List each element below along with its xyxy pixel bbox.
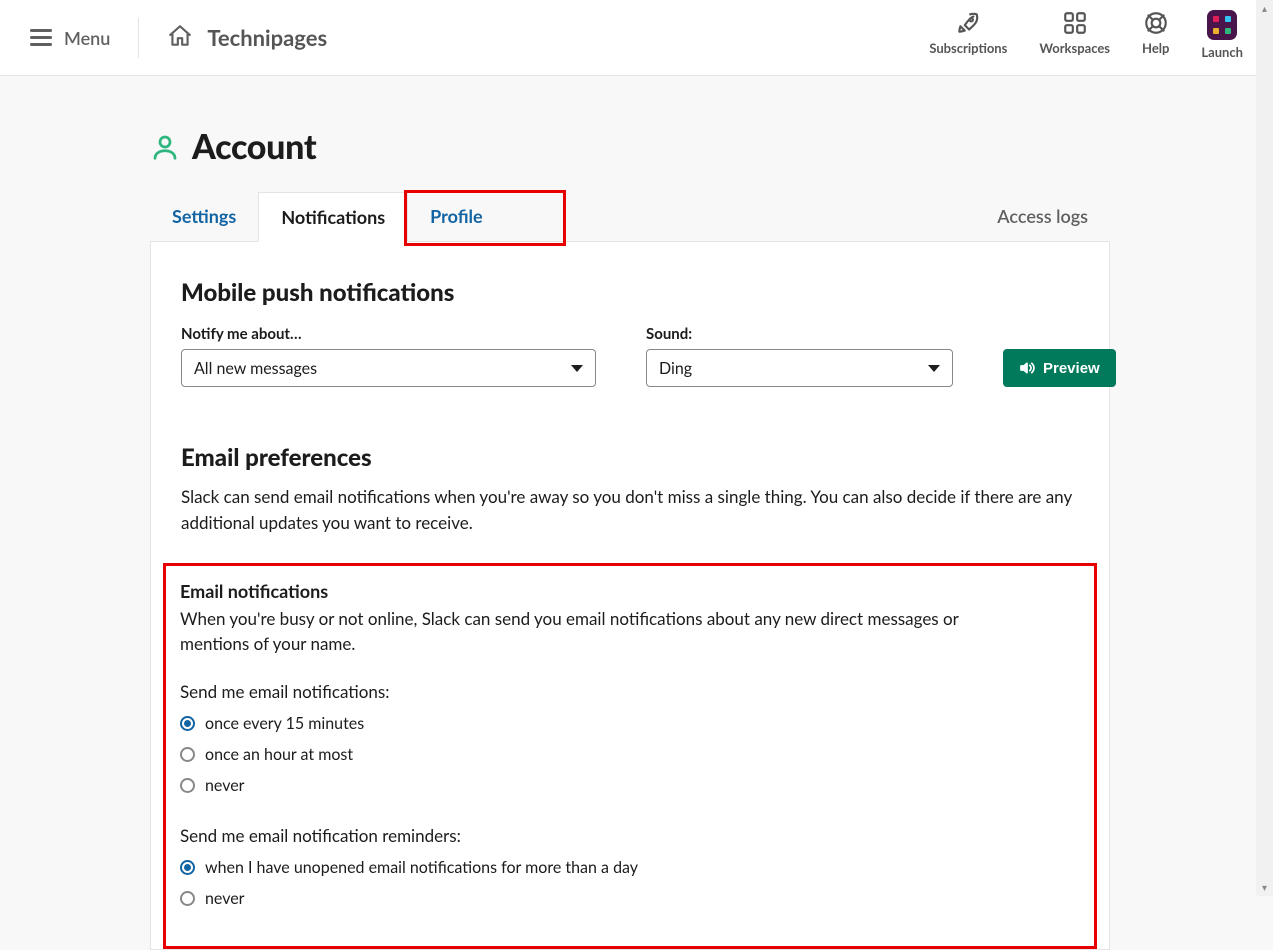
email-desc: Slack can send email notifications when … [181, 484, 1079, 537]
radio-once-hour[interactable]: once an hour at most [180, 745, 1080, 764]
radio-icon [180, 747, 195, 762]
radio-label: never [205, 776, 245, 795]
chevron-down-icon [928, 365, 940, 372]
radio-icon [180, 778, 195, 793]
sound-value: Ding [659, 359, 692, 378]
menu-button[interactable] [30, 29, 52, 46]
launch-link[interactable]: Launch [1201, 10, 1243, 60]
chevron-down-icon [571, 365, 583, 372]
radio-label: once every 15 minutes [205, 714, 364, 733]
radio-icon [180, 860, 195, 875]
home-icon[interactable] [167, 23, 193, 53]
radio-label: once an hour at most [205, 745, 353, 764]
scrollbar[interactable]: ▴ ▾ [1256, 0, 1273, 896]
page-title-row: Account [150, 126, 1110, 167]
annotation-email-highlight: Email notifications When you're busy or … [163, 563, 1097, 949]
help-label: Help [1142, 40, 1169, 56]
radio-label: when I have unopened email notifications… [205, 858, 638, 877]
email-title: Email preferences [181, 443, 1079, 472]
launch-label: Launch [1201, 44, 1243, 60]
notify-value: All new messages [194, 359, 317, 378]
topbar: Menu Technipages Subscriptions Workspace… [0, 0, 1273, 76]
reminder-label: Send me email notification reminders: [180, 825, 1080, 846]
rocket-icon [955, 10, 981, 36]
topbar-right: Subscriptions Workspaces Help Launch [929, 0, 1243, 76]
help-link[interactable]: Help [1142, 10, 1169, 56]
radio-never[interactable]: never [180, 776, 1080, 795]
email-notif-desc: When you're busy or not online, Slack ca… [180, 606, 1020, 657]
brand-name[interactable]: Technipages [207, 24, 327, 51]
radio-reminder-day[interactable]: when I have unopened email notifications… [180, 858, 1080, 877]
send-label: Send me email notifications: [180, 681, 1080, 702]
workspaces-label: Workspaces [1039, 40, 1110, 56]
grid-icon [1062, 10, 1088, 36]
workspaces-link[interactable]: Workspaces [1039, 10, 1110, 56]
tab-settings[interactable]: Settings [150, 191, 258, 241]
access-logs-link[interactable]: Access logs [997, 205, 1110, 227]
sound-select[interactable]: Ding [646, 349, 953, 387]
sound-label: Sound: [646, 325, 953, 343]
radio-once-15[interactable]: once every 15 minutes [180, 714, 1080, 733]
person-icon [150, 132, 180, 162]
scroll-up-icon[interactable]: ▴ [1256, 0, 1273, 17]
notify-label: Notify me about… [181, 325, 596, 343]
push-title: Mobile push notifications [181, 278, 1079, 307]
push-form-row: Notify me about… All new messages Sound:… [181, 325, 1079, 387]
tab-profile[interactable]: Profile [408, 191, 504, 241]
preview-label: Preview [1043, 360, 1100, 377]
email-notif-title: Email notifications [180, 580, 1080, 602]
radio-reminder-never[interactable]: never [180, 889, 1080, 908]
notify-select[interactable]: All new messages [181, 349, 596, 387]
radio-icon [180, 716, 195, 731]
radio-label: never [205, 889, 245, 908]
subscriptions-link[interactable]: Subscriptions [929, 10, 1007, 56]
page-body: Account Settings Notifications Profile A… [0, 76, 1273, 950]
slack-icon [1207, 10, 1237, 40]
subscriptions-label: Subscriptions [929, 40, 1007, 56]
scroll-down-icon[interactable]: ▾ [1256, 879, 1273, 896]
radio-icon [180, 891, 195, 906]
preview-button[interactable]: Preview [1003, 349, 1116, 387]
help-icon [1143, 10, 1169, 36]
divider [138, 18, 139, 58]
page-title: Account [192, 126, 316, 167]
panel: Mobile push notifications Notify me abou… [150, 241, 1110, 950]
tabs: Settings Notifications Profile Access lo… [150, 191, 1110, 241]
menu-label: Menu [64, 27, 110, 49]
tab-notifications[interactable]: Notifications [258, 192, 408, 242]
volume-icon [1019, 360, 1035, 376]
